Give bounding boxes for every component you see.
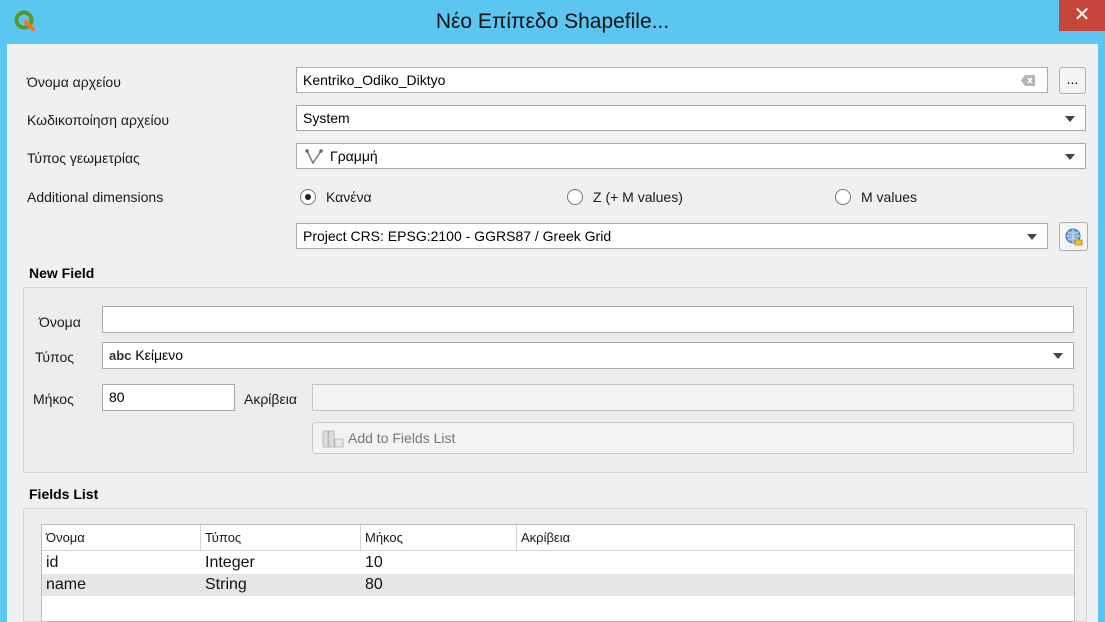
crs-selector-button[interactable] <box>1059 222 1088 251</box>
cell-name: name <box>46 576 87 593</box>
radio-z-m-values-label: Z (+ M values) <box>593 189 683 205</box>
chevron-down-icon <box>1065 116 1075 122</box>
field-precision-input[interactable] <box>312 384 1074 411</box>
clear-text-icon[interactable] <box>1021 75 1035 86</box>
field-type-select[interactable]: abc Κείμενο <box>102 342 1074 369</box>
radio-none-label: Κανένα <box>326 189 372 205</box>
radio-z-m-values[interactable] <box>567 189 583 205</box>
table-row[interactable]: id Integer 10 <box>42 552 1074 574</box>
geometry-type-select[interactable]: Γραμμή <box>296 143 1086 169</box>
line-geometry-icon <box>305 149 323 165</box>
add-to-fields-list-label: Add to Fields List <box>348 430 456 446</box>
browse-button[interactable]: ... <box>1059 67 1086 94</box>
cell-type: String <box>205 576 247 593</box>
close-button[interactable]: ✕ <box>1059 0 1105 31</box>
geometry-type-label: Τύπος γεωμετρίας <box>27 150 140 166</box>
title-bar: Νέο Επίπεδο Shapefile... ✕ <box>0 0 1105 44</box>
chevron-down-icon <box>1065 154 1075 160</box>
radio-m-values-label: M values <box>861 189 918 205</box>
encoding-label: Κωδικοποίηση αρχείου <box>27 112 170 128</box>
fields-list-title: Fields List <box>29 486 99 502</box>
dialog-window: Νέο Επίπεδο Shapefile... ✕ Όνομα αρχείου… <box>0 0 1105 622</box>
field-name-input[interactable] <box>102 306 1074 333</box>
field-name-label: Όνομα <box>39 314 81 330</box>
crs-value: Project CRS: EPSG:2100 - GGRS87 / Greek … <box>303 228 612 244</box>
field-length-input[interactable]: 80 <box>102 384 235 411</box>
field-precision-label: Ακρίβεια <box>244 391 297 407</box>
fields-table: Όνομα Τύπος Μήκος Ακρίβεια id Integer 10… <box>41 524 1075 622</box>
column-header-type[interactable]: Τύπος <box>201 525 361 551</box>
field-type-value: Κείμενο <box>135 347 184 363</box>
cell-type: Integer <box>205 554 255 571</box>
file-name-label: Όνομα αρχείου <box>27 74 121 90</box>
field-length-value: 80 <box>109 389 125 405</box>
dialog-body: Όνομα αρχείου Kentriko_Odiko_Diktyo ... … <box>7 44 1098 622</box>
radio-m-values[interactable] <box>835 189 851 205</box>
new-field-title: New Field <box>29 265 95 281</box>
cell-length: 80 <box>365 576 383 593</box>
window-title: Νέο Επίπεδο Shapefile... <box>435 10 670 33</box>
field-length-label: Μήκος <box>33 391 74 407</box>
cell-name: id <box>46 554 59 571</box>
column-header-name[interactable]: Όνομα <box>42 525 201 551</box>
encoding-select[interactable]: System <box>296 105 1086 131</box>
file-name-input[interactable]: Kentriko_Odiko_Diktyo <box>296 67 1048 93</box>
add-to-fields-list-button[interactable]: Add to Fields List <box>312 422 1074 454</box>
geometry-type-value: Γραμμή <box>330 148 378 164</box>
crs-select[interactable]: Project CRS: EPSG:2100 - GGRS87 / Greek … <box>296 223 1048 249</box>
table-header: Όνομα Τύπος Μήκος Ακρίβεια <box>42 525 1074 551</box>
encoding-value: System <box>303 110 350 126</box>
additional-dimensions-label: Additional dimensions <box>27 189 164 205</box>
column-header-length[interactable]: Μήκος <box>361 525 517 551</box>
cell-length: 10 <box>365 554 383 571</box>
file-name-value: Kentriko_Odiko_Diktyo <box>303 72 446 88</box>
chevron-down-icon <box>1053 353 1063 359</box>
globe-icon <box>1065 228 1083 246</box>
table-row[interactable]: name String 80 <box>42 574 1074 596</box>
text-type-icon: abc <box>109 348 132 363</box>
radio-none[interactable] <box>300 189 316 205</box>
chevron-down-icon <box>1027 234 1037 240</box>
add-field-icon <box>322 430 344 448</box>
cell-precision <box>517 574 521 596</box>
cell-precision <box>517 552 521 574</box>
field-type-label: Τύπος <box>35 349 74 365</box>
column-header-precision[interactable]: Ακρίβεια <box>517 525 1074 551</box>
